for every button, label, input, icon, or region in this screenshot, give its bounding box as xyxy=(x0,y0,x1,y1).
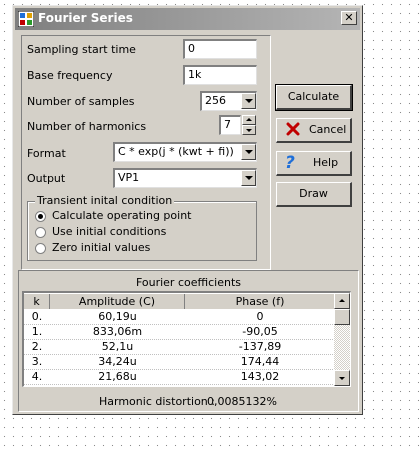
option-use-initial-conditions[interactable]: Use initial conditions xyxy=(52,225,166,238)
cell-k: 4. xyxy=(31,370,43,383)
coefficients-title: Fourier coefficients xyxy=(135,276,242,289)
harmonics-decrement-button[interactable] xyxy=(242,125,256,135)
title-bar[interactable]: Fourier Series ✕ xyxy=(15,8,360,30)
draw-button[interactable]: Draw xyxy=(276,182,352,207)
help-button-label: Help xyxy=(313,156,339,169)
table-row[interactable]: 2. 52,1u -137,89 xyxy=(24,339,335,355)
draw-button-label: Draw xyxy=(299,187,328,200)
output-select[interactable]: VP1 xyxy=(113,168,257,188)
radio-selected-dot xyxy=(38,214,43,219)
calculate-button-label: Calculate xyxy=(287,90,340,103)
window-title: Fourier Series xyxy=(38,11,133,25)
arrow-down-icon xyxy=(339,377,345,380)
help-button[interactable]: ? Help xyxy=(276,151,352,176)
table-scrollbar[interactable] xyxy=(334,293,350,386)
base-frequency-input[interactable]: 1k xyxy=(183,65,257,85)
sampling-start-time-label: Sampling start time xyxy=(27,43,136,56)
table-row[interactable]: 4. 21,68u 143,02 xyxy=(24,369,335,385)
sampling-start-time-input[interactable]: 0 xyxy=(183,39,257,59)
cell-k: 2. xyxy=(31,340,43,353)
format-label: Format xyxy=(27,147,66,160)
calculate-button[interactable]: Calculate xyxy=(275,84,353,111)
cell-k: 0. xyxy=(31,310,43,323)
option-calculate-operating-point[interactable]: Calculate operating point xyxy=(52,209,192,222)
harmonic-distortion-label: Harmonic distortion : xyxy=(99,395,215,408)
cell-phase: -137,89 xyxy=(238,340,282,353)
cell-phase: 143,02 xyxy=(240,370,280,383)
radio-zero-initial-values[interactable] xyxy=(35,243,46,254)
cancel-button-label: Cancel xyxy=(309,123,347,136)
cell-phase: 0 xyxy=(256,310,264,323)
cell-amplitude: 52,1u xyxy=(101,340,134,353)
base-frequency-label: Base frequency xyxy=(27,69,113,82)
chevron-down-icon xyxy=(244,176,253,180)
help-icon: ? xyxy=(285,153,295,173)
number-of-harmonics-input[interactable]: 7 xyxy=(219,115,241,135)
cell-amplitude: 60,19u xyxy=(98,310,137,323)
output-dropdown-button[interactable] xyxy=(241,170,256,186)
cell-phase: -90,05 xyxy=(242,325,278,338)
transient-condition-title: Transient inital condition xyxy=(35,194,175,207)
cell-amplitude: 833,06m xyxy=(92,325,143,338)
arrow-down-icon xyxy=(246,129,252,132)
app-icon xyxy=(17,10,35,28)
column-header-amplitude[interactable]: Amplitude (C) xyxy=(50,294,185,309)
fourier-series-dialog: Fourier Series ✕ Sampling start time 0 B… xyxy=(12,5,363,415)
chevron-down-icon xyxy=(244,99,253,103)
table-row[interactable]: 0. 60,19u 0 xyxy=(24,309,335,325)
cell-amplitude: 21,68u xyxy=(98,370,137,383)
arrow-up-icon xyxy=(246,118,252,121)
column-header-phase[interactable]: Phase (f) xyxy=(185,294,335,309)
format-dropdown-button[interactable] xyxy=(241,144,256,160)
harmonic-distortion-value: 0,0085132% xyxy=(207,395,277,408)
format-select[interactable]: C * exp(j * (kwt + fi)) xyxy=(113,142,257,162)
output-label: Output xyxy=(27,172,66,185)
option-zero-initial-values[interactable]: Zero initial values xyxy=(52,241,150,254)
scroll-down-button[interactable] xyxy=(334,370,350,386)
arrow-up-icon xyxy=(339,299,345,302)
cell-amplitude: 34,24u xyxy=(98,355,137,368)
column-header-k[interactable]: k xyxy=(24,294,50,309)
chevron-down-icon xyxy=(244,150,253,154)
cell-phase: 174,44 xyxy=(240,355,280,368)
scroll-thumb[interactable] xyxy=(334,309,350,325)
close-icon: ✕ xyxy=(344,11,354,24)
scroll-up-button[interactable] xyxy=(334,293,350,309)
cell-k: 3. xyxy=(31,355,43,368)
radio-use-initial-conditions[interactable] xyxy=(35,227,46,238)
table-row[interactable]: 3. 34,24u 174,44 xyxy=(24,354,335,370)
number-of-harmonics-label: Number of harmonics xyxy=(27,120,147,133)
number-of-samples-label: Number of samples xyxy=(27,95,135,108)
number-of-samples-dropdown-button[interactable] xyxy=(241,93,256,109)
coefficients-table[interactable]: k Amplitude (C) Phase (f) 0. 60,19u 0 1. 833… xyxy=(22,291,351,387)
cancel-icon xyxy=(285,121,301,145)
harmonics-increment-button[interactable] xyxy=(242,115,256,125)
close-button[interactable]: ✕ xyxy=(341,11,357,25)
table-row[interactable]: 1. 833,06m -90,05 xyxy=(24,324,335,340)
radio-calculate-operating-point[interactable] xyxy=(35,211,46,222)
cancel-button[interactable]: Cancel xyxy=(276,118,352,143)
cell-k: 1. xyxy=(31,325,43,338)
